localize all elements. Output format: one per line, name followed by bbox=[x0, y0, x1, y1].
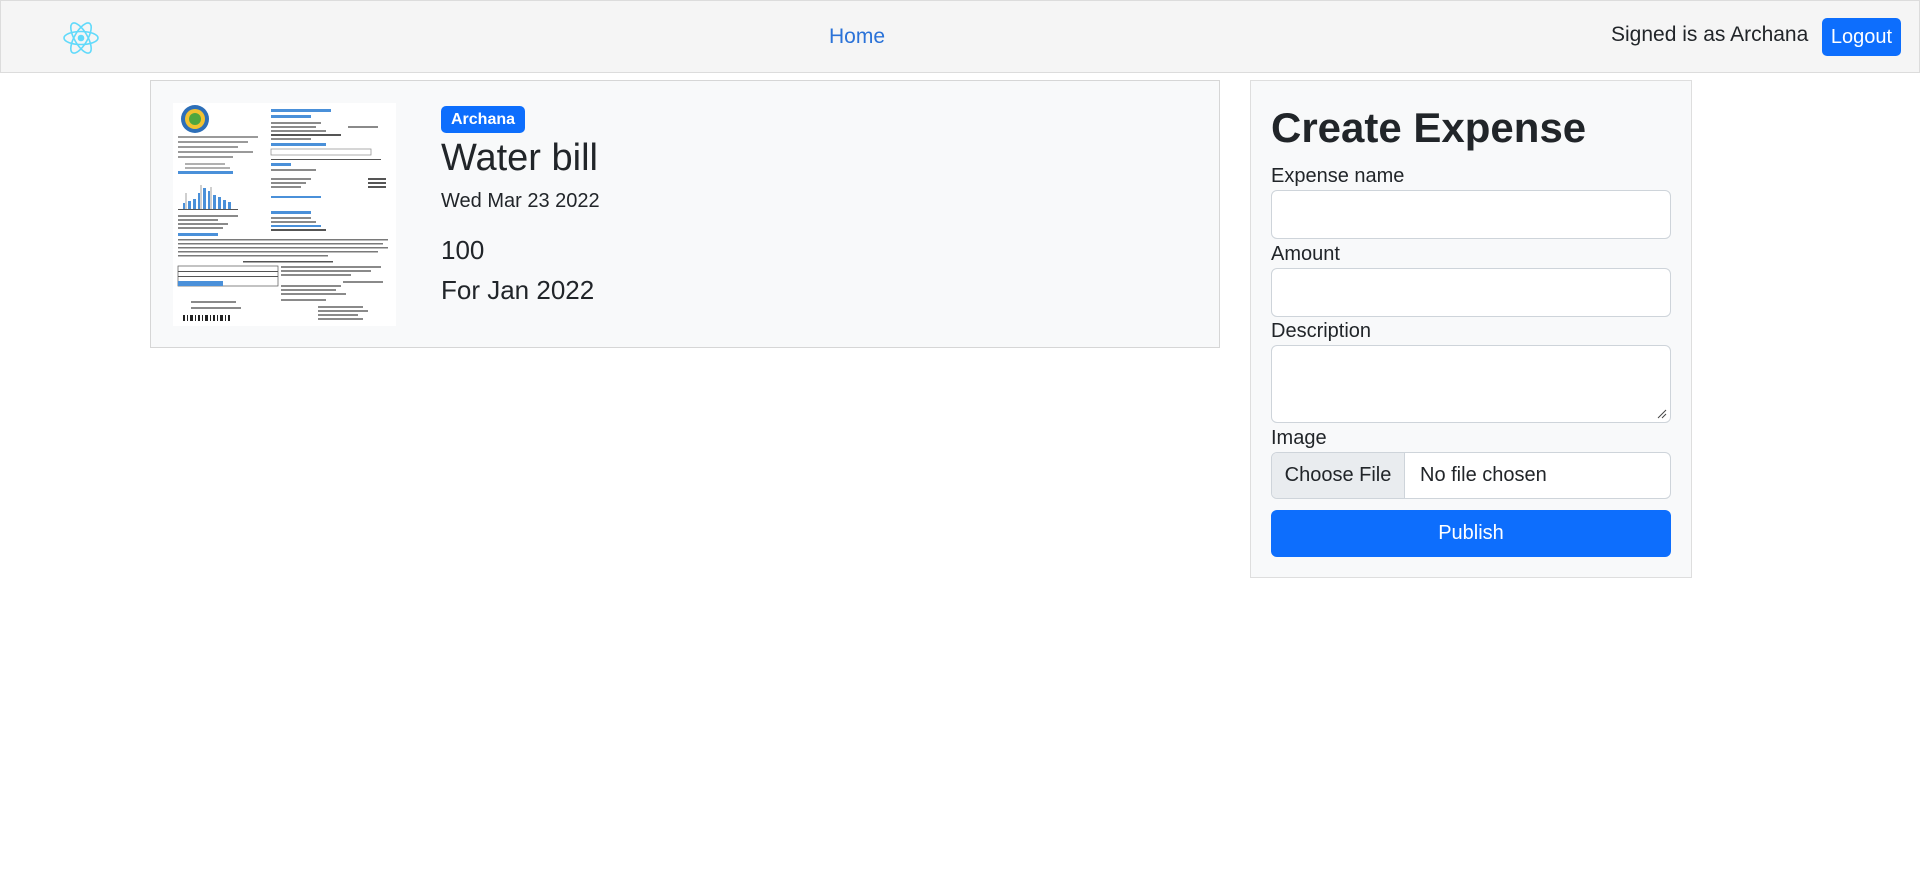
navbar: Home Signed is as Archana Logout bbox=[0, 0, 1920, 73]
amount-input[interactable] bbox=[1271, 268, 1671, 317]
image-file-input[interactable]: Choose File No file chosen bbox=[1271, 452, 1671, 499]
file-status-text: No file chosen bbox=[1420, 464, 1547, 486]
description-textarea[interactable] bbox=[1271, 345, 1671, 423]
image-label: Image bbox=[1271, 427, 1327, 449]
logout-button[interactable]: Logout bbox=[1822, 18, 1901, 56]
resize-grip-icon[interactable] bbox=[1657, 409, 1667, 419]
publish-button[interactable]: Publish bbox=[1271, 510, 1671, 557]
expense-date: Wed Mar 23 2022 bbox=[441, 190, 600, 212]
choose-file-button[interactable]: Choose File bbox=[1272, 453, 1405, 498]
expense-title: Water bill bbox=[441, 137, 598, 179]
create-expense-form: Create Expense Expense name Amount Descr… bbox=[1250, 80, 1692, 578]
signed-in-text: Signed is as Archana bbox=[1611, 23, 1809, 46]
expense-description: For Jan 2022 bbox=[441, 275, 595, 305]
bill-image-thumbnail[interactable] bbox=[173, 103, 396, 326]
amount-label: Amount bbox=[1271, 243, 1340, 265]
form-title: Create Expense bbox=[1271, 104, 1587, 151]
react-logo-icon[interactable] bbox=[62, 19, 100, 57]
description-label: Description bbox=[1271, 320, 1372, 342]
nav-home-link[interactable]: Home bbox=[829, 25, 885, 49]
expense-name-input[interactable] bbox=[1271, 190, 1671, 239]
expense-card: Archana Water bill Wed Mar 23 2022 100 F… bbox=[150, 80, 1220, 348]
author-badge: Archana bbox=[441, 106, 526, 133]
expense-amount: 100 bbox=[441, 235, 485, 265]
expense-name-label: Expense name bbox=[1271, 165, 1405, 187]
